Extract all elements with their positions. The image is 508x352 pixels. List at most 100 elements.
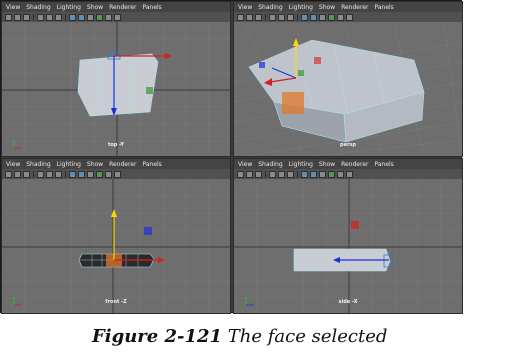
- figure-text: The face selected: [227, 326, 388, 347]
- maya-four-view-screenshot: View Shading Lighting Show Renderer Pane…: [0, 0, 463, 314]
- light-icon[interactable]: [96, 170, 103, 178]
- viewport-front[interactable]: View Shading Lighting Show Renderer Pane…: [1, 158, 231, 314]
- camera-icon[interactable]: [5, 13, 12, 21]
- toolbar-divider: [33, 13, 34, 21]
- shadow-icon[interactable]: [337, 170, 344, 178]
- menu-panels[interactable]: Panels: [374, 161, 393, 168]
- panel-menubar: View Shading Lighting Show Renderer Pane…: [2, 2, 230, 12]
- camera-icon[interactable]: [5, 170, 12, 178]
- toolbar-divider: [33, 170, 34, 178]
- smooth-shade-icon[interactable]: [310, 170, 317, 178]
- texture-icon[interactable]: [87, 170, 94, 178]
- resolution-gate-icon[interactable]: [55, 170, 62, 178]
- film-gate-icon[interactable]: [46, 13, 53, 21]
- isolate-icon[interactable]: [346, 13, 353, 21]
- grid-icon[interactable]: [269, 170, 276, 178]
- bookmark-icon[interactable]: [14, 170, 21, 178]
- panel-toolbar: [2, 169, 230, 179]
- film-gate-icon[interactable]: [278, 170, 285, 178]
- texture-icon[interactable]: [87, 13, 94, 21]
- camera-label: front -Z: [105, 299, 127, 305]
- menu-shading[interactable]: Shading: [258, 161, 282, 168]
- panel-toolbar: [234, 12, 462, 22]
- menu-view[interactable]: View: [238, 161, 252, 168]
- toolbar-divider: [265, 13, 266, 21]
- selected-face: [282, 92, 304, 114]
- image-plane-icon[interactable]: [23, 170, 30, 178]
- shadow-icon[interactable]: [105, 170, 112, 178]
- isolate-icon[interactable]: [346, 170, 353, 178]
- menu-show[interactable]: Show: [87, 4, 103, 11]
- camera-icon[interactable]: [237, 13, 244, 21]
- menu-view[interactable]: View: [6, 4, 20, 11]
- menu-lighting[interactable]: Lighting: [289, 4, 313, 11]
- menu-renderer[interactable]: Renderer: [109, 4, 136, 11]
- viewport-canvas-side[interactable]: side -X: [234, 179, 462, 313]
- resolution-gate-icon[interactable]: [55, 13, 62, 21]
- bookmark-icon[interactable]: [246, 170, 253, 178]
- film-gate-icon[interactable]: [278, 13, 285, 21]
- camera-label: persp: [340, 142, 356, 148]
- toolbar-divider: [65, 170, 66, 178]
- menu-renderer[interactable]: Renderer: [109, 161, 136, 168]
- grid-icon[interactable]: [37, 170, 44, 178]
- menu-renderer[interactable]: Renderer: [341, 4, 368, 11]
- toolbar-divider: [265, 170, 266, 178]
- menu-panels[interactable]: Panels: [142, 4, 161, 11]
- viewport-top[interactable]: View Shading Lighting Show Renderer Pane…: [1, 1, 231, 157]
- menu-lighting[interactable]: Lighting: [289, 161, 313, 168]
- light-icon[interactable]: [328, 170, 335, 178]
- wireframe-icon[interactable]: [301, 170, 308, 178]
- wireframe-icon[interactable]: [69, 170, 76, 178]
- menu-shading[interactable]: Shading: [26, 161, 50, 168]
- bookmark-icon[interactable]: [14, 13, 21, 21]
- menu-renderer[interactable]: Renderer: [341, 161, 368, 168]
- smooth-shade-icon[interactable]: [310, 13, 317, 21]
- panel-menubar: View Shading Lighting Show Renderer Pane…: [234, 2, 462, 12]
- panel-menubar: View Shading Lighting Show Renderer Pane…: [234, 159, 462, 169]
- menu-panels[interactable]: Panels: [374, 4, 393, 11]
- texture-icon[interactable]: [319, 13, 326, 21]
- grid-icon[interactable]: [269, 13, 276, 21]
- toolbar-divider: [65, 13, 66, 21]
- isolate-icon[interactable]: [114, 170, 121, 178]
- texture-icon[interactable]: [319, 170, 326, 178]
- shadow-icon[interactable]: [105, 13, 112, 21]
- menu-show[interactable]: Show: [87, 161, 103, 168]
- viewport-side[interactable]: View Shading Lighting Show Renderer Pane…: [233, 158, 463, 314]
- viewport-perspective[interactable]: View Shading Lighting Show Renderer Pane…: [233, 1, 463, 157]
- menu-view[interactable]: View: [6, 161, 20, 168]
- smooth-shade-icon[interactable]: [78, 170, 85, 178]
- viewport-canvas-front[interactable]: front -Z: [2, 179, 230, 313]
- panel-toolbar: [2, 12, 230, 22]
- menu-view[interactable]: View: [238, 4, 252, 11]
- grid-icon[interactable]: [37, 13, 44, 21]
- menu-show[interactable]: Show: [319, 4, 335, 11]
- light-icon[interactable]: [96, 13, 103, 21]
- isolate-icon[interactable]: [114, 13, 121, 21]
- wireframe-icon[interactable]: [301, 13, 308, 21]
- menu-lighting[interactable]: Lighting: [57, 161, 81, 168]
- camera-label: top -Y: [107, 142, 125, 148]
- menu-show[interactable]: Show: [319, 161, 335, 168]
- bookmark-icon[interactable]: [246, 13, 253, 21]
- image-plane-icon[interactable]: [255, 170, 262, 178]
- light-icon[interactable]: [328, 13, 335, 21]
- resolution-gate-icon[interactable]: [287, 13, 294, 21]
- viewport-canvas-perspective[interactable]: persp: [234, 22, 462, 156]
- image-plane-icon[interactable]: [23, 13, 30, 21]
- wireframe-icon[interactable]: [69, 13, 76, 21]
- panel-toolbar: [234, 169, 462, 179]
- camera-icon[interactable]: [237, 170, 244, 178]
- image-plane-icon[interactable]: [255, 13, 262, 21]
- shadow-icon[interactable]: [337, 13, 344, 21]
- viewport-canvas-top[interactable]: top -Y: [2, 22, 230, 156]
- film-gate-icon[interactable]: [46, 170, 53, 178]
- resolution-gate-icon[interactable]: [287, 170, 294, 178]
- menu-shading[interactable]: Shading: [26, 4, 50, 11]
- smooth-shade-icon[interactable]: [78, 13, 85, 21]
- menu-lighting[interactable]: Lighting: [57, 4, 81, 11]
- camera-label: side -X: [338, 299, 358, 305]
- menu-panels[interactable]: Panels: [142, 161, 161, 168]
- menu-shading[interactable]: Shading: [258, 4, 282, 11]
